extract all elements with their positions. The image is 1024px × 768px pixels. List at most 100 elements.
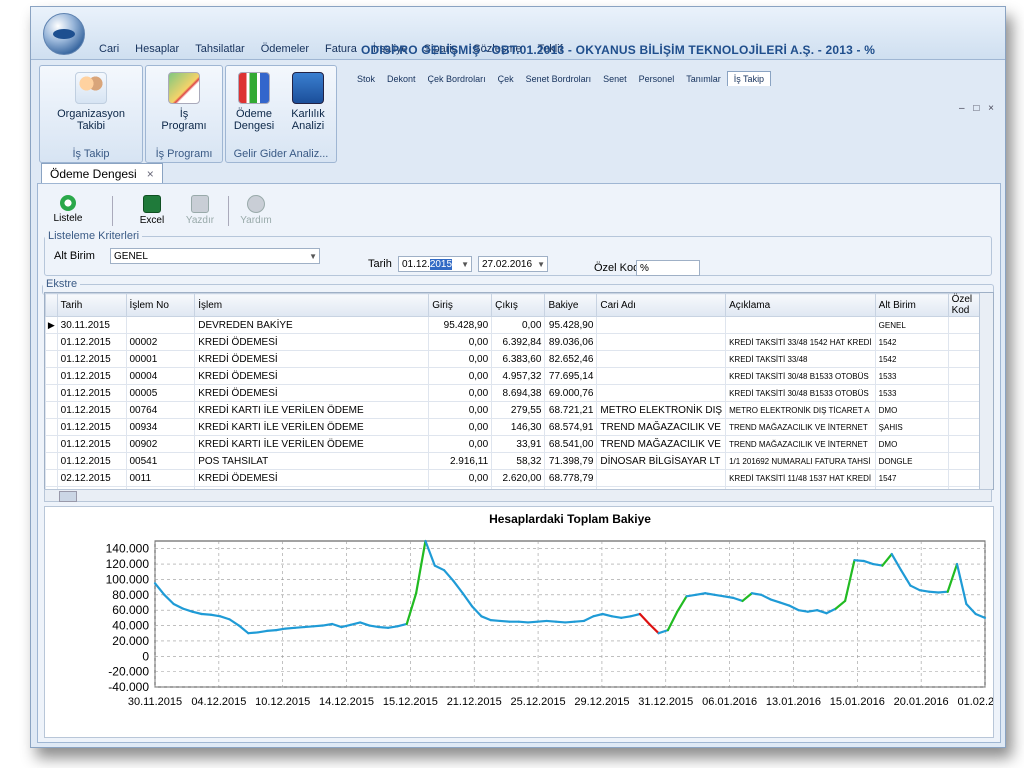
- odeme-dengesi-button[interactable]: Ödeme Dengesi: [228, 72, 280, 132]
- people-icon: [75, 72, 107, 104]
- tab-secondary-1[interactable]: Dekont: [381, 72, 422, 86]
- yazdir-button[interactable]: Yazdır: [176, 192, 224, 230]
- row-indicator-header: [45, 293, 58, 317]
- x-tick-label: 15.12.2015: [383, 696, 438, 708]
- karlilik-analizi-button[interactable]: Karlılık Analizi: [282, 72, 334, 132]
- column-header[interactable]: Alt Birim: [874, 293, 949, 317]
- tab-primary-0[interactable]: Cari: [91, 41, 127, 57]
- table-cell: 58,32: [491, 452, 546, 470]
- table-cell: GENEL: [874, 316, 949, 334]
- table-cell: 00001: [125, 350, 196, 368]
- tab-secondary-4[interactable]: Senet Bordroları: [520, 72, 598, 86]
- series-segment: [377, 625, 390, 629]
- table-cell: 279,55: [491, 401, 546, 419]
- table-row[interactable]: 01.12.2015 00764 KREDİ KARTI İLE VERİLEN Ö…: [45, 401, 993, 419]
- content-panel: Listele Excel Yazdır Yardım Listeleme Kr…: [37, 183, 1001, 743]
- column-header[interactable]: Cari Adı: [596, 293, 727, 317]
- tab-secondary-5[interactable]: Senet: [597, 72, 633, 86]
- table-row[interactable]: 01.12.2015 00541 POS TAHSILAT 2.916,11 58,32…: [45, 452, 993, 470]
- toolbar-separator: [228, 196, 229, 226]
- table-cell: [596, 384, 727, 402]
- series-segment: [750, 592, 763, 596]
- series-segment: [573, 619, 586, 623]
- close-icon[interactable]: ×: [147, 167, 154, 181]
- series-segment: [704, 592, 716, 596]
- table-cell: KREDİ TAKSİTİ 30/48 B1533 OTOBÜS: [725, 367, 876, 385]
- column-header[interactable]: Bakiye: [544, 293, 598, 317]
- horizontal-scrollbar[interactable]: [44, 489, 992, 502]
- series-segment: [853, 559, 865, 563]
- organizasyon-takibi-button[interactable]: Organizasyon Takibi: [44, 72, 138, 132]
- series-segment: [321, 622, 334, 627]
- alt-birim-value: GENEL: [114, 251, 148, 262]
- alt-birim-select[interactable]: GENEL ▼: [110, 248, 320, 264]
- column-header[interactable]: Giriş: [428, 293, 493, 317]
- tab-odeme-dengesi[interactable]: Ödeme Dengesi ×: [41, 163, 163, 184]
- table-cell: KREDİ TAKSİTİ 30/48 B1533 OTOBÜS: [725, 384, 876, 402]
- table-cell: DMO: [874, 435, 949, 453]
- x-tick-label: 31.12.2015: [638, 696, 693, 708]
- excel-button[interactable]: Excel: [128, 192, 176, 230]
- table-cell: 2.620,00: [491, 469, 546, 487]
- table-cell: 0,00: [428, 435, 493, 453]
- app-menu-orb-icon[interactable]: [43, 13, 85, 55]
- ribbon-group-is-programi: İş Programı İş Programı: [145, 65, 223, 163]
- window-controls[interactable]: – □ ×: [959, 103, 997, 114]
- series-segment: [256, 629, 269, 634]
- table-row[interactable]: 01.12.2015 00902 KREDİ KARTI İLE VERİLEN Ö…: [45, 435, 993, 453]
- chevron-down-icon[interactable]: ▼: [537, 257, 545, 273]
- table-cell: 33,91: [491, 435, 546, 453]
- tab-primary-3[interactable]: Ödemeler: [253, 41, 317, 57]
- tab-primary-2[interactable]: Tahsilatlar: [187, 41, 253, 57]
- table-row[interactable]: 01.12.2015 00934 KREDİ KARTI İLE VERİLEN Ö…: [45, 418, 993, 436]
- tab-secondary-0[interactable]: Stok: [351, 72, 381, 86]
- column-header[interactable]: İşlem: [194, 293, 430, 317]
- table-cell: 0,00: [428, 384, 493, 402]
- excel-label: Excel: [139, 215, 165, 226]
- app-title: ODISPRO GELİŞMİŞ - OBT.01.2013 - OKYANUS…: [361, 43, 876, 57]
- is-programi-button[interactable]: İş Programı: [150, 72, 218, 132]
- listele-button[interactable]: Listele: [44, 192, 92, 230]
- tarih-label: Tarih: [368, 258, 392, 270]
- excel-icon: [143, 195, 161, 213]
- y-tick-label: 100.000: [106, 572, 150, 586]
- tarih-end-field[interactable]: 27.02.2016 ▼: [478, 256, 548, 272]
- tab-secondary-8[interactable]: İş Takip: [726, 71, 772, 86]
- table-cell: 00005: [125, 384, 196, 402]
- table-cell: 1533: [874, 384, 949, 402]
- table-cell: [125, 316, 196, 334]
- column-header[interactable]: Tarih: [56, 293, 127, 317]
- tab-secondary-3[interactable]: Çek: [492, 72, 520, 86]
- tab-primary-4[interactable]: Fatura: [317, 41, 365, 57]
- column-header[interactable]: Çıkış: [491, 293, 546, 317]
- chevron-down-icon[interactable]: ▼: [461, 257, 469, 273]
- tab-secondary-2[interactable]: Çek Bordroları: [422, 72, 492, 86]
- tarih-start-field[interactable]: 01.12.2015 ▼: [398, 256, 472, 272]
- table-row[interactable]: 01.12.2015 00001 KREDİ ÖDEMESİ 0,00 6.383,60…: [45, 350, 993, 368]
- table-cell: 71.398,79: [544, 452, 598, 470]
- tab-primary-1[interactable]: Hesaplar: [127, 41, 187, 57]
- column-header[interactable]: Açıklama: [725, 293, 876, 317]
- table-cell: 1542: [874, 333, 949, 351]
- table-row[interactable]: ▶ 30.11.2015 DEVREDEN BAKİYE 95.428,90 0,00 9…: [45, 316, 993, 334]
- series-segment: [545, 619, 558, 623]
- table-cell: 68.721,21: [544, 401, 598, 419]
- ozel-kod-input[interactable]: %: [636, 260, 700, 276]
- scroll-thumb[interactable]: [59, 491, 77, 502]
- table-row[interactable]: 02.12.2015 0011 KREDİ ÖDEMESİ 0,00 2.620,00 6…: [45, 469, 993, 487]
- y-tick-label: -20.000: [108, 665, 149, 679]
- series-segment: [610, 615, 623, 619]
- table-row[interactable]: 01.12.2015 00004 KREDİ ÖDEMESİ 0,00 4.957,32…: [45, 367, 993, 385]
- vertical-scrollbar[interactable]: [979, 293, 993, 489]
- grid-header-row: Tarih İşlem No İşlem Giriş Çıkış Bakiye Cari A…: [45, 293, 993, 317]
- tab-secondary-6[interactable]: Personel: [633, 72, 681, 86]
- table-row[interactable]: 01.12.2015 00002 KREDİ ÖDEMESİ 0,00 6.392,84…: [45, 333, 993, 351]
- column-header[interactable]: İşlem No: [125, 293, 196, 317]
- tab-secondary-7[interactable]: Tanımlar: [680, 72, 727, 86]
- chevron-down-icon[interactable]: ▼: [309, 249, 317, 265]
- tarih-start-selected: 2015: [429, 259, 453, 270]
- ekstre-grid[interactable]: Tarih İşlem No İşlem Giriş Çıkış Bakiye Cari A…: [44, 292, 994, 490]
- table-cell: KREDİ ÖDEMESİ: [194, 350, 430, 368]
- table-row[interactable]: 01.12.2015 00005 KREDİ ÖDEMESİ 0,00 8.694,38…: [45, 384, 993, 402]
- yardim-button[interactable]: Yardım: [232, 192, 280, 230]
